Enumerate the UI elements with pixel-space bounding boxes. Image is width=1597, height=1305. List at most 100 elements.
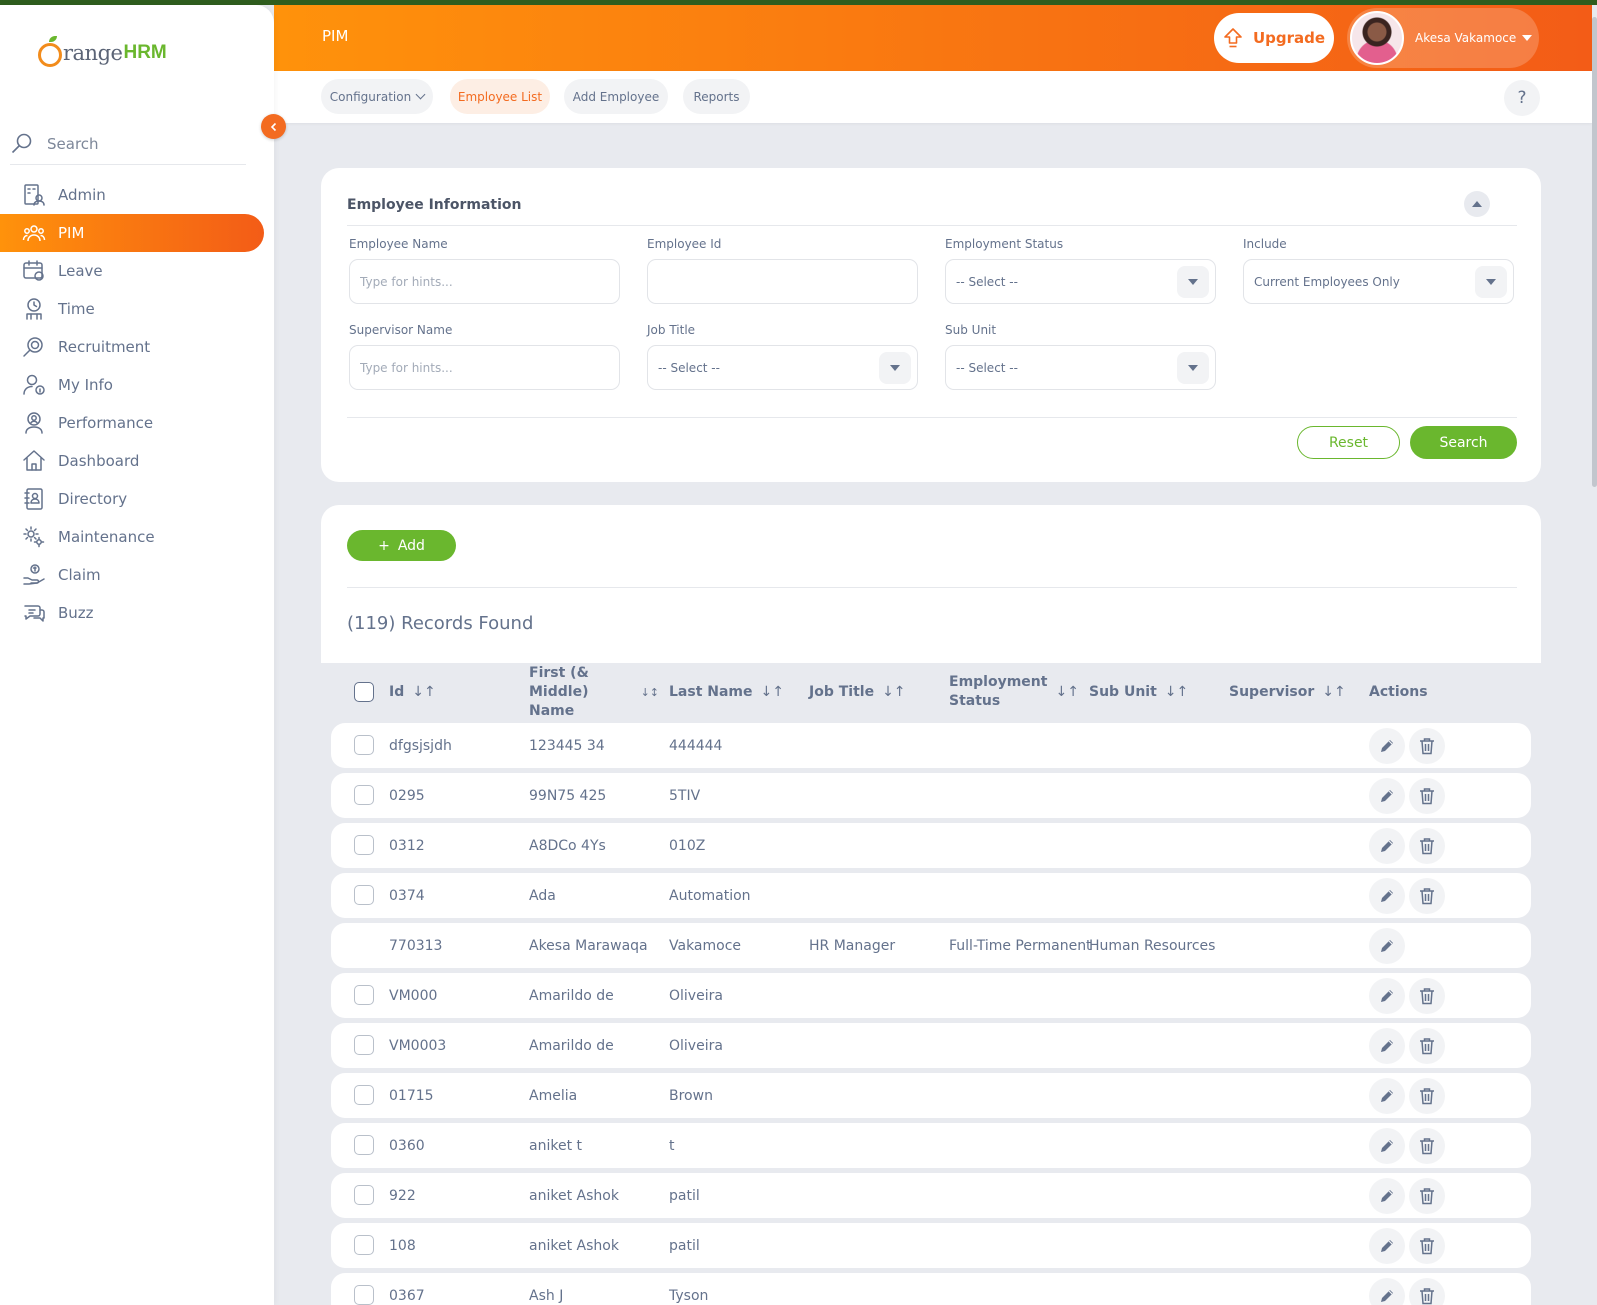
table-row[interactable]: 0360 aniket t t — [331, 1123, 1531, 1168]
row-checkbox[interactable] — [354, 785, 374, 805]
edit-button[interactable] — [1369, 778, 1405, 814]
sub-unit-select[interactable]: -- Select -- — [945, 345, 1216, 390]
row-checkbox[interactable] — [354, 1235, 374, 1255]
delete-button[interactable] — [1409, 728, 1445, 764]
sidebar-item-label: Dashboard — [58, 452, 140, 470]
delete-button[interactable] — [1409, 778, 1445, 814]
sidebar-item-maintenance[interactable]: Maintenance — [0, 518, 264, 556]
upgrade-button[interactable]: Upgrade — [1214, 13, 1334, 63]
collapse-filter-button[interactable] — [1464, 191, 1490, 217]
sidebar-item-dashboard[interactable]: Dashboard — [0, 442, 264, 480]
select-all-checkbox[interactable] — [354, 682, 374, 702]
tab-add-employee[interactable]: Add Employee — [564, 79, 668, 114]
delete-button[interactable] — [1409, 878, 1445, 914]
row-checkbox[interactable] — [354, 1035, 374, 1055]
edit-button[interactable] — [1369, 828, 1405, 864]
sub-unit-label: Sub Unit — [945, 323, 997, 337]
row-checkbox[interactable] — [354, 1185, 374, 1205]
delete-button[interactable] — [1409, 1228, 1445, 1264]
delete-button[interactable] — [1409, 1178, 1445, 1214]
sidebar-item-pim[interactable]: PIM — [0, 214, 264, 252]
column-header-supervisor[interactable]: Supervisor ↓↑ — [1229, 663, 1346, 721]
collapse-sidebar-button[interactable] — [261, 114, 286, 139]
sidebar-item-claim[interactable]: Claim — [0, 556, 264, 594]
dashboard-icon — [22, 449, 46, 473]
delete-button[interactable] — [1409, 1278, 1445, 1305]
sidebar-search-input[interactable] — [47, 134, 227, 153]
delete-button[interactable] — [1409, 1078, 1445, 1114]
delete-button[interactable] — [1409, 1028, 1445, 1064]
orangehrm-logo[interactable]: range HRM — [38, 36, 167, 67]
tab-configuration[interactable]: Configuration — [321, 79, 433, 114]
row-checkbox[interactable] — [354, 1285, 374, 1305]
user-dropdown[interactable]: Akesa Vakamoce — [1347, 8, 1539, 68]
tab-reports[interactable]: Reports — [683, 79, 750, 114]
column-header-employment-status[interactable]: Employment Status ↓↑ — [949, 663, 1079, 721]
page-scrollbar[interactable] — [1592, 5, 1597, 1305]
sidebar-item-recruitment[interactable]: Recruitment — [0, 328, 264, 366]
row-checkbox[interactable] — [354, 835, 374, 855]
column-header-sub-unit[interactable]: Sub Unit ↓↑ — [1089, 663, 1188, 721]
employee-id-input[interactable] — [648, 274, 917, 289]
delete-button[interactable] — [1409, 1128, 1445, 1164]
help-button[interactable]: ? — [1504, 80, 1540, 116]
column-header-last-name[interactable]: Last Name ↓↑ — [669, 663, 784, 721]
my-info-icon — [22, 373, 46, 397]
search-button[interactable]: Search — [1410, 426, 1517, 459]
include-select[interactable]: Current Employees Only — [1243, 259, 1514, 304]
delete-button[interactable] — [1409, 978, 1445, 1014]
delete-button[interactable] — [1409, 828, 1445, 864]
row-checkbox[interactable] — [354, 985, 374, 1005]
table-row[interactable]: 01715 Amelia Brown — [331, 1073, 1531, 1118]
maintenance-icon — [22, 525, 46, 549]
supervisor-name-input[interactable] — [350, 360, 619, 375]
table-row[interactable]: VM000 Amarildo de Oliveira — [331, 973, 1531, 1018]
edit-button[interactable] — [1369, 1028, 1405, 1064]
add-employee-button[interactable]: + Add — [347, 530, 456, 561]
cell-id: 0312 — [389, 837, 425, 854]
edit-button[interactable] — [1369, 928, 1405, 964]
sidebar-item-my-info[interactable]: My Info — [0, 366, 264, 404]
edit-button[interactable] — [1369, 1228, 1405, 1264]
table-row[interactable]: 922 aniket Ashok patil — [331, 1173, 1531, 1218]
column-header-job-title[interactable]: Job Title ↓↑ — [809, 663, 906, 721]
table-row[interactable]: 0367 Ash J Tyson — [331, 1273, 1531, 1305]
sidebar-item-buzz[interactable]: Buzz — [0, 594, 264, 632]
edit-button[interactable] — [1369, 1078, 1405, 1114]
row-checkbox[interactable] — [354, 1085, 374, 1105]
add-label: Add — [397, 537, 425, 554]
employee-name-label: Employee Name — [349, 237, 448, 251]
sidebar-item-directory[interactable]: Directory — [0, 480, 264, 518]
employee-name-input[interactable] — [350, 274, 619, 289]
sidebar-item-performance[interactable]: Performance — [0, 404, 264, 442]
table-row[interactable]: VM0003 Amarildo de Oliveira — [331, 1023, 1531, 1068]
employment-status-select[interactable]: -- Select -- — [945, 259, 1216, 304]
cell-id: 0360 — [389, 1137, 425, 1154]
cell-first: aniket Ashok — [529, 1237, 619, 1254]
sidebar-item-admin[interactable]: Admin — [0, 176, 264, 214]
row-checkbox[interactable] — [354, 735, 374, 755]
table-row[interactable]: 0295 99N75 425 5TIV — [331, 773, 1531, 818]
edit-button[interactable] — [1369, 1278, 1405, 1305]
column-header-first-name[interactable]: First (& Middle) Name ↓↕ — [529, 663, 659, 721]
edit-button[interactable] — [1369, 878, 1405, 914]
edit-button[interactable] — [1369, 1128, 1405, 1164]
reset-button[interactable]: Reset — [1297, 426, 1400, 459]
edit-button[interactable] — [1369, 728, 1405, 764]
table-row[interactable]: 0374 Ada Automation — [331, 873, 1531, 918]
row-checkbox[interactable] — [354, 885, 374, 905]
sidebar-item-time[interactable]: Time — [0, 290, 264, 328]
sidebar-item-leave[interactable]: Leave — [0, 252, 264, 290]
table-row[interactable]: 0312 A8DCo 4Ys 010Z — [331, 823, 1531, 868]
table-row[interactable]: 108 aniket Ashok patil — [331, 1223, 1531, 1268]
job-title-select[interactable]: -- Select -- — [647, 345, 918, 390]
scrollbar-thumb[interactable] — [1592, 17, 1597, 487]
row-checkbox[interactable] — [354, 1135, 374, 1155]
column-header-id[interactable]: Id ↓↑ — [389, 663, 436, 721]
tab-label: Employee List — [457, 89, 543, 104]
table-row[interactable]: dfgsjsjdh 123445 34 444444 — [331, 723, 1531, 768]
edit-button[interactable] — [1369, 1178, 1405, 1214]
edit-button[interactable] — [1369, 978, 1405, 1014]
tab-employee-list[interactable]: Employee List — [450, 79, 550, 114]
table-row[interactable]: 770313 Akesa Marawaqa Vakamoce HR Manager Fu… — [331, 923, 1531, 968]
